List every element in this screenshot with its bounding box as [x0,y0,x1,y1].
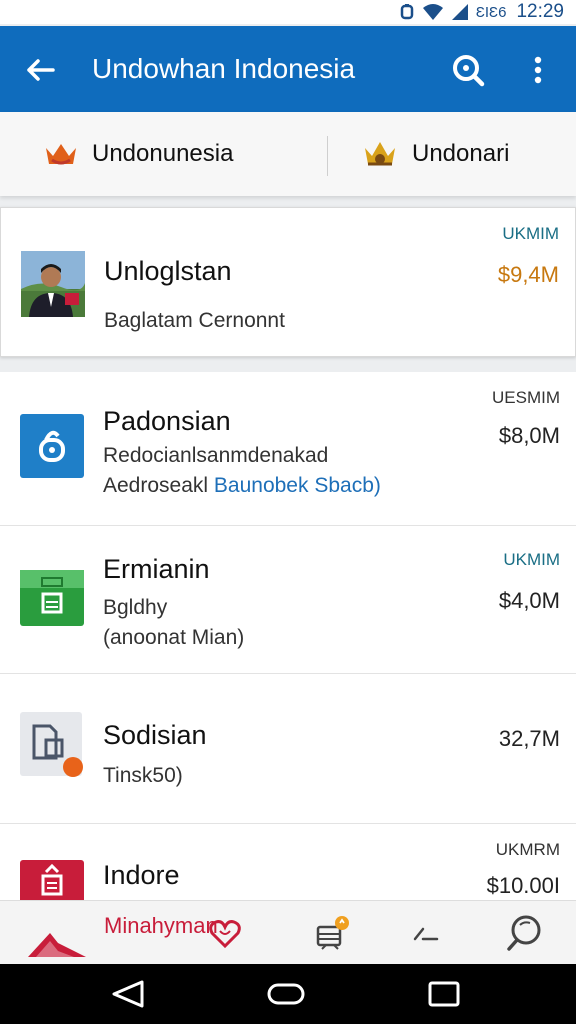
item-name: Padonsian [103,406,231,436]
tab-undonari[interactable]: Undonari [362,112,509,196]
tab-label: Undonari [412,140,510,167]
recents-square-icon [428,981,460,1007]
item-price: $9,4M [497,262,559,287]
crown-icon [46,144,76,165]
item-name: Indore [103,860,180,890]
system-recents-button[interactable] [420,976,468,1012]
item-code: UKMIM [502,224,559,243]
item-subtitle: Tinsk50) [103,764,183,787]
app-bar: Undowhan Indonesia [0,26,576,112]
page-title: Undowhan Indonesia [92,53,356,84]
item-name: Ermianin [103,554,210,584]
tab-divider [327,136,328,176]
item-price: $4,0M [498,588,560,613]
list: Padonsian Redocianlsanmdenakad Aedroseak… [0,372,576,906]
item-name: Unloglstan [104,256,232,286]
bottom-nav: Minahyman [0,900,576,964]
heart-badge-icon[interactable] [208,917,242,949]
item-subtitle-prefix: Aedroseakl [103,474,209,497]
tab-undonunesia[interactable]: Undonunesia [44,112,233,196]
nav-chart-button[interactable] [402,909,450,957]
back-button[interactable] [20,50,60,90]
nav-wallet-button[interactable] [306,909,354,957]
system-nav-bar [0,964,576,1024]
item-link[interactable]: Baunobek Sbacb) [214,474,381,497]
more-vertical-icon [534,56,542,84]
item-code: UESMIM [492,388,560,407]
list-item[interactable]: Padonsian Redocianlsanmdenakad Aedroseak… [0,372,576,526]
home-pill-icon [267,983,305,1005]
wifi-icon [422,3,444,21]
item-price: $8,0M [498,423,560,448]
item-name: Sodisian [103,720,207,750]
trend-icon [413,927,439,941]
item-subtitle: Redocianlsanmdenakad [103,444,329,467]
item-price: 32,7M [498,726,560,751]
signal-icon [450,3,470,21]
search-icon [453,55,485,87]
crown-icon [365,142,395,166]
list-item[interactable]: Unloglstan Baglatam Cernonnt UKMIM $9,4M [0,207,576,357]
search-button[interactable] [446,48,490,92]
item-subtitle: Bgldhy [103,596,168,619]
arrow-left-icon [27,59,55,81]
item-subtitle-secondary: (anoonat Mian) [103,626,245,649]
nav-search-button[interactable] [500,909,548,957]
triangle-back-icon [112,980,144,1008]
profile-photo [21,251,85,322]
system-home-button[interactable] [262,976,310,1012]
document-icon [20,712,86,785]
clock: 12:29 [516,1,564,22]
item-subtitle: Baglatam Cernonnt [104,309,285,332]
item-price: $10.00I [486,873,560,898]
search-icon [507,915,541,951]
status-bar: ƐIƐ6 12:29 [0,0,576,24]
notification-icon [398,3,416,21]
nav-label[interactable]: Minahyman [104,913,218,939]
system-back-button[interactable] [104,976,152,1012]
ribbon-icon [28,933,86,957]
list-item[interactable]: Indore UKMRM $10.00I [0,824,576,906]
item-code: UKMRM [495,840,560,859]
list-item[interactable]: Sodisian Tinsk50) 32,7M [0,674,576,824]
tab-label: Undonunesia [92,140,234,167]
list-item[interactable]: Ermianin Bgldhy (anoonat Mian) UKMIM $4,… [0,526,576,674]
briefcase-icon [20,570,84,631]
item-code: UKMIM [503,550,560,569]
lock-icon [20,414,84,483]
signal-text: ƐIƐ6 [475,3,507,21]
tab-bar: Undonunesia Undonari [0,112,576,307]
item-subtitle-secondary: Aedroseakl Baunobek Sbacb) [103,474,381,498]
wallet-icon [316,916,349,950]
screen: ƐIƐ6 12:29 Undowhan Indonesia Undonunesi… [0,0,576,1024]
more-options-button[interactable] [520,48,556,92]
